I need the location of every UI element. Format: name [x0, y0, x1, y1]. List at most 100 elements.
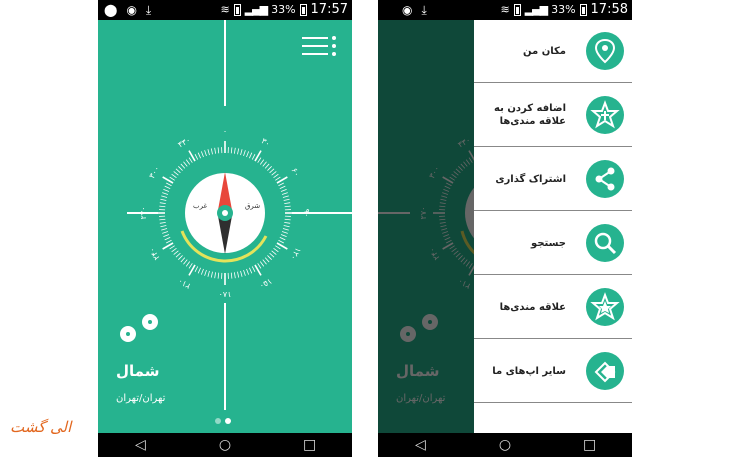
- hamburger-menu-icon[interactable]: [302, 36, 336, 57]
- drawer-item-search[interactable]: جستجو: [474, 212, 632, 275]
- degree-label: ۳۳۰: [176, 135, 192, 149]
- direction-title: شمال: [116, 362, 160, 380]
- degree-label: ۰: [223, 127, 227, 136]
- compass-tick: [159, 221, 166, 224]
- compass-tick: [237, 148, 240, 155]
- compass-tick: [257, 157, 262, 163]
- location-icon: ⬤: [104, 3, 118, 17]
- drawer-item-label: مکان من: [523, 45, 566, 57]
- battery-icon: [579, 4, 587, 16]
- phone-screenshot-menu: ◉ ⤓ ≋ ▂▄▆ 33% 17:58 ۰۳۰۶۰۹۰۱۲۰۱۵۰۱۸۰۲۱۰۲…: [378, 0, 632, 457]
- favorites-star-icon: [586, 288, 624, 326]
- clock: 17:58: [590, 2, 628, 17]
- degree-label: ۳۰: [260, 136, 272, 148]
- share-icon: [586, 160, 624, 198]
- degree-label: ۲۱۰: [176, 276, 192, 290]
- sim-icon: [233, 4, 241, 16]
- compass-tick: [171, 247, 177, 253]
- compass-tick: [166, 239, 172, 244]
- compass-tick: [267, 166, 272, 171]
- navigation-drawer: مکان من اضافه کردن به علاقه مندی‌ها اشتر…: [474, 20, 632, 433]
- drawer-item-label: سایر اپ‌های ما: [492, 365, 566, 377]
- compass-tick: [240, 270, 243, 277]
- compass-tick: [161, 195, 168, 198]
- phone-screenshot-compass: ⬤ ◉ ⤓ ≋ ▂▄▆ 33% 17:57 ۰ ۳۰ ۶۰ ۹۰ ۱۲۰ ۱۵۰ ۱۸۰ ۲۱…: [98, 0, 352, 457]
- compass-tick: [279, 237, 286, 241]
- compass-tick: [271, 171, 277, 176]
- compass-tick: [183, 161, 188, 167]
- page-dot-2[interactable]: [225, 418, 231, 424]
- drawer-item-my-location[interactable]: مکان من: [474, 20, 632, 83]
- compass-tick: [275, 245, 281, 250]
- compass-tick: [175, 252, 181, 258]
- compass-tick: [262, 161, 267, 167]
- degree-label: ۶۰: [290, 166, 302, 178]
- compass-tick: [217, 147, 220, 154]
- compass-tick: [204, 269, 207, 276]
- compass-tick: [173, 250, 179, 255]
- compass-tick: [178, 255, 183, 260]
- compass-tick: [159, 205, 166, 208]
- brand-watermark-logo: الی گشت: [10, 418, 72, 436]
- drawer-item-share[interactable]: اشتراک گذاری: [474, 148, 632, 211]
- compass-tick: [164, 185, 171, 189]
- compass-tick: [257, 263, 262, 269]
- home-button[interactable]: ○: [205, 433, 245, 457]
- compass-tick: [284, 202, 291, 205]
- compass-tick: [163, 234, 170, 238]
- degree-label: ۲۷۰: [139, 207, 148, 220]
- compass-tick: [159, 218, 166, 221]
- compass-tick: [169, 245, 175, 250]
- page-indicator: [215, 418, 231, 424]
- compass-tick: [178, 166, 183, 171]
- compass-tick: [280, 188, 287, 192]
- compass-tick: [214, 147, 217, 154]
- compass-tick: [173, 171, 179, 176]
- drawer-item-other-apps[interactable]: سایر اپ‌های ما: [474, 340, 632, 403]
- drawer-item-favorites[interactable]: علاقه مندی‌ها: [474, 276, 632, 339]
- compass-tick: [164, 237, 171, 241]
- compass-tick: [264, 257, 270, 263]
- back-button[interactable]: ◁: [400, 433, 440, 457]
- nav-bar: ◁ ○ □: [378, 433, 632, 457]
- degree-label: ۹۰: [302, 209, 311, 218]
- compass-tick: [264, 163, 270, 169]
- recent-apps-button[interactable]: □: [290, 433, 330, 457]
- clock: 17:57: [310, 2, 348, 17]
- status-bar: ◉ ⤓ ≋ ▂▄▆ 33% 17:58: [378, 0, 632, 20]
- back-button[interactable]: ◁: [120, 433, 160, 457]
- compass-tick: [162, 231, 169, 234]
- compass-tick: [273, 247, 279, 253]
- app-icon: ◉: [126, 3, 137, 17]
- compass-tick: [278, 239, 284, 244]
- page-dot-1[interactable]: [215, 418, 221, 424]
- status-bar: ⬤ ◉ ⤓ ≋ ▂▄▆ 33% 17:57: [98, 0, 352, 20]
- compass-tick: [240, 149, 243, 156]
- compass-tick: [183, 259, 188, 265]
- compass-tick: [249, 267, 253, 274]
- download-icon: ⤓: [421, 3, 427, 17]
- compass-tick: [230, 147, 233, 154]
- drawer-item-add-favorite[interactable]: اضافه کردن به علاقه مندی‌ها: [474, 84, 632, 147]
- compass-tick: [283, 198, 290, 201]
- other-apps-icon: [586, 352, 624, 390]
- city-label: تهران/تهران: [116, 393, 166, 404]
- compass-tick: [233, 147, 236, 154]
- compass-tick: [162, 192, 169, 195]
- degree-label: ۲۴۰: [147, 246, 161, 262]
- compass-tick: [251, 154, 256, 160]
- compass-tick: [188, 157, 193, 163]
- compass-tick: [204, 150, 207, 157]
- compass-tick: [246, 268, 250, 275]
- compass-tick: [200, 151, 204, 158]
- compass-tick: [237, 271, 240, 278]
- compass-tick: [262, 259, 267, 265]
- compass-tick: [210, 148, 213, 155]
- home-button[interactable]: ○: [485, 433, 525, 457]
- compass-tick: [180, 257, 186, 263]
- compass-tick: [273, 173, 279, 179]
- compass-tick: [180, 163, 186, 169]
- drawer-item-label: جستجو: [531, 237, 566, 249]
- nav-bar: ◁ ○ □: [98, 433, 352, 457]
- recent-apps-button[interactable]: □: [570, 433, 610, 457]
